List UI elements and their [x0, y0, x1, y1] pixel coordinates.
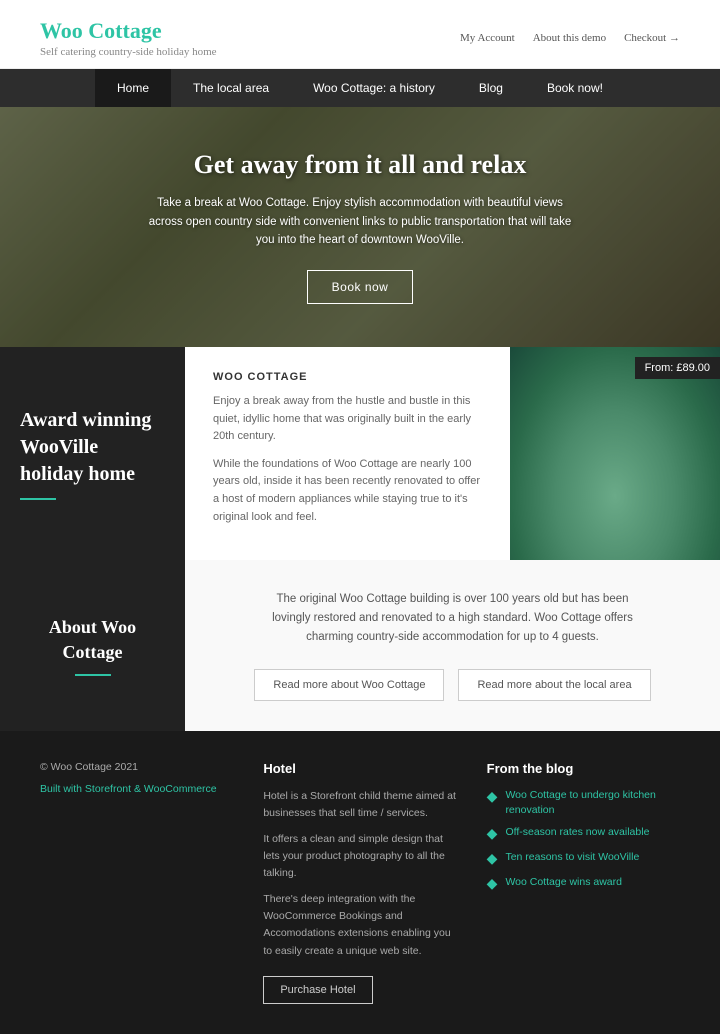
blog-link-4[interactable]: Woo Cottage wins award	[505, 875, 622, 890]
footer-col-hotel: Hotel Hotel is a Storefront child theme …	[263, 761, 456, 1004]
footer-col-blog: From the blog ◆ Woo Cottage to undergo k…	[487, 761, 680, 1004]
about-heading: About Woo Cottage	[20, 615, 165, 664]
purchase-hotel-button[interactable]: Purchase Hotel	[263, 976, 372, 1004]
blog-link-1[interactable]: Woo Cottage to undergo kitchen renovatio…	[505, 788, 680, 817]
blog-link-2[interactable]: Off-season rates now available	[505, 825, 649, 840]
mid-section: Award winning WooVille holiday home WOO …	[0, 347, 720, 560]
nav-local-area[interactable]: The local area	[171, 69, 291, 107]
page-wrapper: Woo Cottage Self catering country-side h…	[0, 0, 720, 1034]
blog-dot-icon: ◆	[487, 850, 498, 867]
hotel-para1: Hotel is a Storefront child theme aimed …	[263, 788, 456, 823]
hotel-para2: It offers a clean and simple design that…	[263, 831, 456, 883]
cottage-heading: WOO COTTAGE	[213, 371, 486, 383]
footer-copyright: © Woo Cottage 2021	[40, 761, 233, 773]
blog-list: ◆ Woo Cottage to undergo kitchen renovat…	[487, 788, 680, 892]
my-account-link[interactable]: My Account	[460, 32, 515, 44]
nav-book[interactable]: Book now!	[525, 69, 625, 107]
about-demo-link[interactable]: About this demo	[533, 32, 606, 44]
nav-history[interactable]: Woo Cottage: a history	[291, 69, 457, 107]
award-text: Award winning WooVille holiday home	[20, 407, 165, 488]
cottage-para2: While the foundations of Woo Cottage are…	[213, 456, 486, 526]
cottage-para1: Enjoy a break away from the hustle and b…	[213, 393, 486, 446]
footer-col-1: © Woo Cottage 2021 Built with Storefront…	[40, 761, 233, 1004]
price-badge: From: £89.00	[635, 357, 720, 379]
about-underline	[75, 674, 111, 676]
award-underline	[20, 498, 56, 500]
hero-description: Take a break at Woo Cottage. Enjoy styli…	[140, 194, 580, 249]
checkout-link[interactable]: Checkout	[624, 32, 680, 44]
read-more-local-button[interactable]: Read more about the local area	[458, 669, 650, 701]
main-nav: Home The local area Woo Cottage: a histo…	[0, 69, 720, 107]
footer-links: Built with Storefront & WooCommerce	[40, 781, 233, 798]
cottage-image-box: From: £89.00	[510, 347, 720, 560]
logo-title: Woo Cottage	[40, 18, 217, 44]
header-links: My Account About this demo Checkout	[460, 32, 680, 44]
blog-dot-icon: ◆	[487, 788, 498, 805]
built-with-link[interactable]: Built with Storefront & WooCommerce	[40, 781, 233, 798]
hero-title: Get away from it all and relax	[140, 150, 580, 180]
blog-item: ◆ Woo Cottage to undergo kitchen renovat…	[487, 788, 680, 817]
header: Woo Cottage Self catering country-side h…	[0, 0, 720, 69]
about-description: The original Woo Cottage building is ove…	[263, 590, 643, 647]
hero-section: Get away from it all and relax Take a br…	[0, 107, 720, 347]
nav-home[interactable]: Home	[95, 69, 171, 107]
cottage-info: WOO COTTAGE Enjoy a break away from the …	[185, 347, 510, 560]
hero-book-button[interactable]: Book now	[307, 270, 414, 304]
award-box: Award winning WooVille holiday home	[0, 347, 185, 560]
nav-blog[interactable]: Blog	[457, 69, 525, 107]
blog-heading: From the blog	[487, 761, 680, 776]
about-section: About Woo Cottage The original Woo Cotta…	[0, 560, 720, 731]
about-label: About Woo Cottage	[0, 560, 185, 731]
about-content: The original Woo Cottage building is ove…	[185, 560, 720, 731]
logo-sub: Self catering country-side holiday home	[40, 46, 217, 58]
footer: © Woo Cottage 2021 Built with Storefront…	[0, 731, 720, 1034]
read-more-cottage-button[interactable]: Read more about Woo Cottage	[254, 669, 444, 701]
about-buttons: Read more about Woo Cottage Read more ab…	[254, 669, 650, 701]
hotel-para3: There's deep integration with the WooCom…	[263, 891, 456, 960]
blog-item: ◆ Woo Cottage wins award	[487, 875, 680, 892]
logo-area: Woo Cottage Self catering country-side h…	[40, 18, 217, 58]
blog-dot-icon: ◆	[487, 875, 498, 892]
blog-item: ◆ Off-season rates now available	[487, 825, 680, 842]
blog-link-3[interactable]: Ten reasons to visit WooVille	[505, 850, 639, 865]
hero-content: Get away from it all and relax Take a br…	[140, 150, 580, 303]
blog-item: ◆ Ten reasons to visit WooVille	[487, 850, 680, 867]
hotel-heading: Hotel	[263, 761, 456, 776]
blog-dot-icon: ◆	[487, 825, 498, 842]
